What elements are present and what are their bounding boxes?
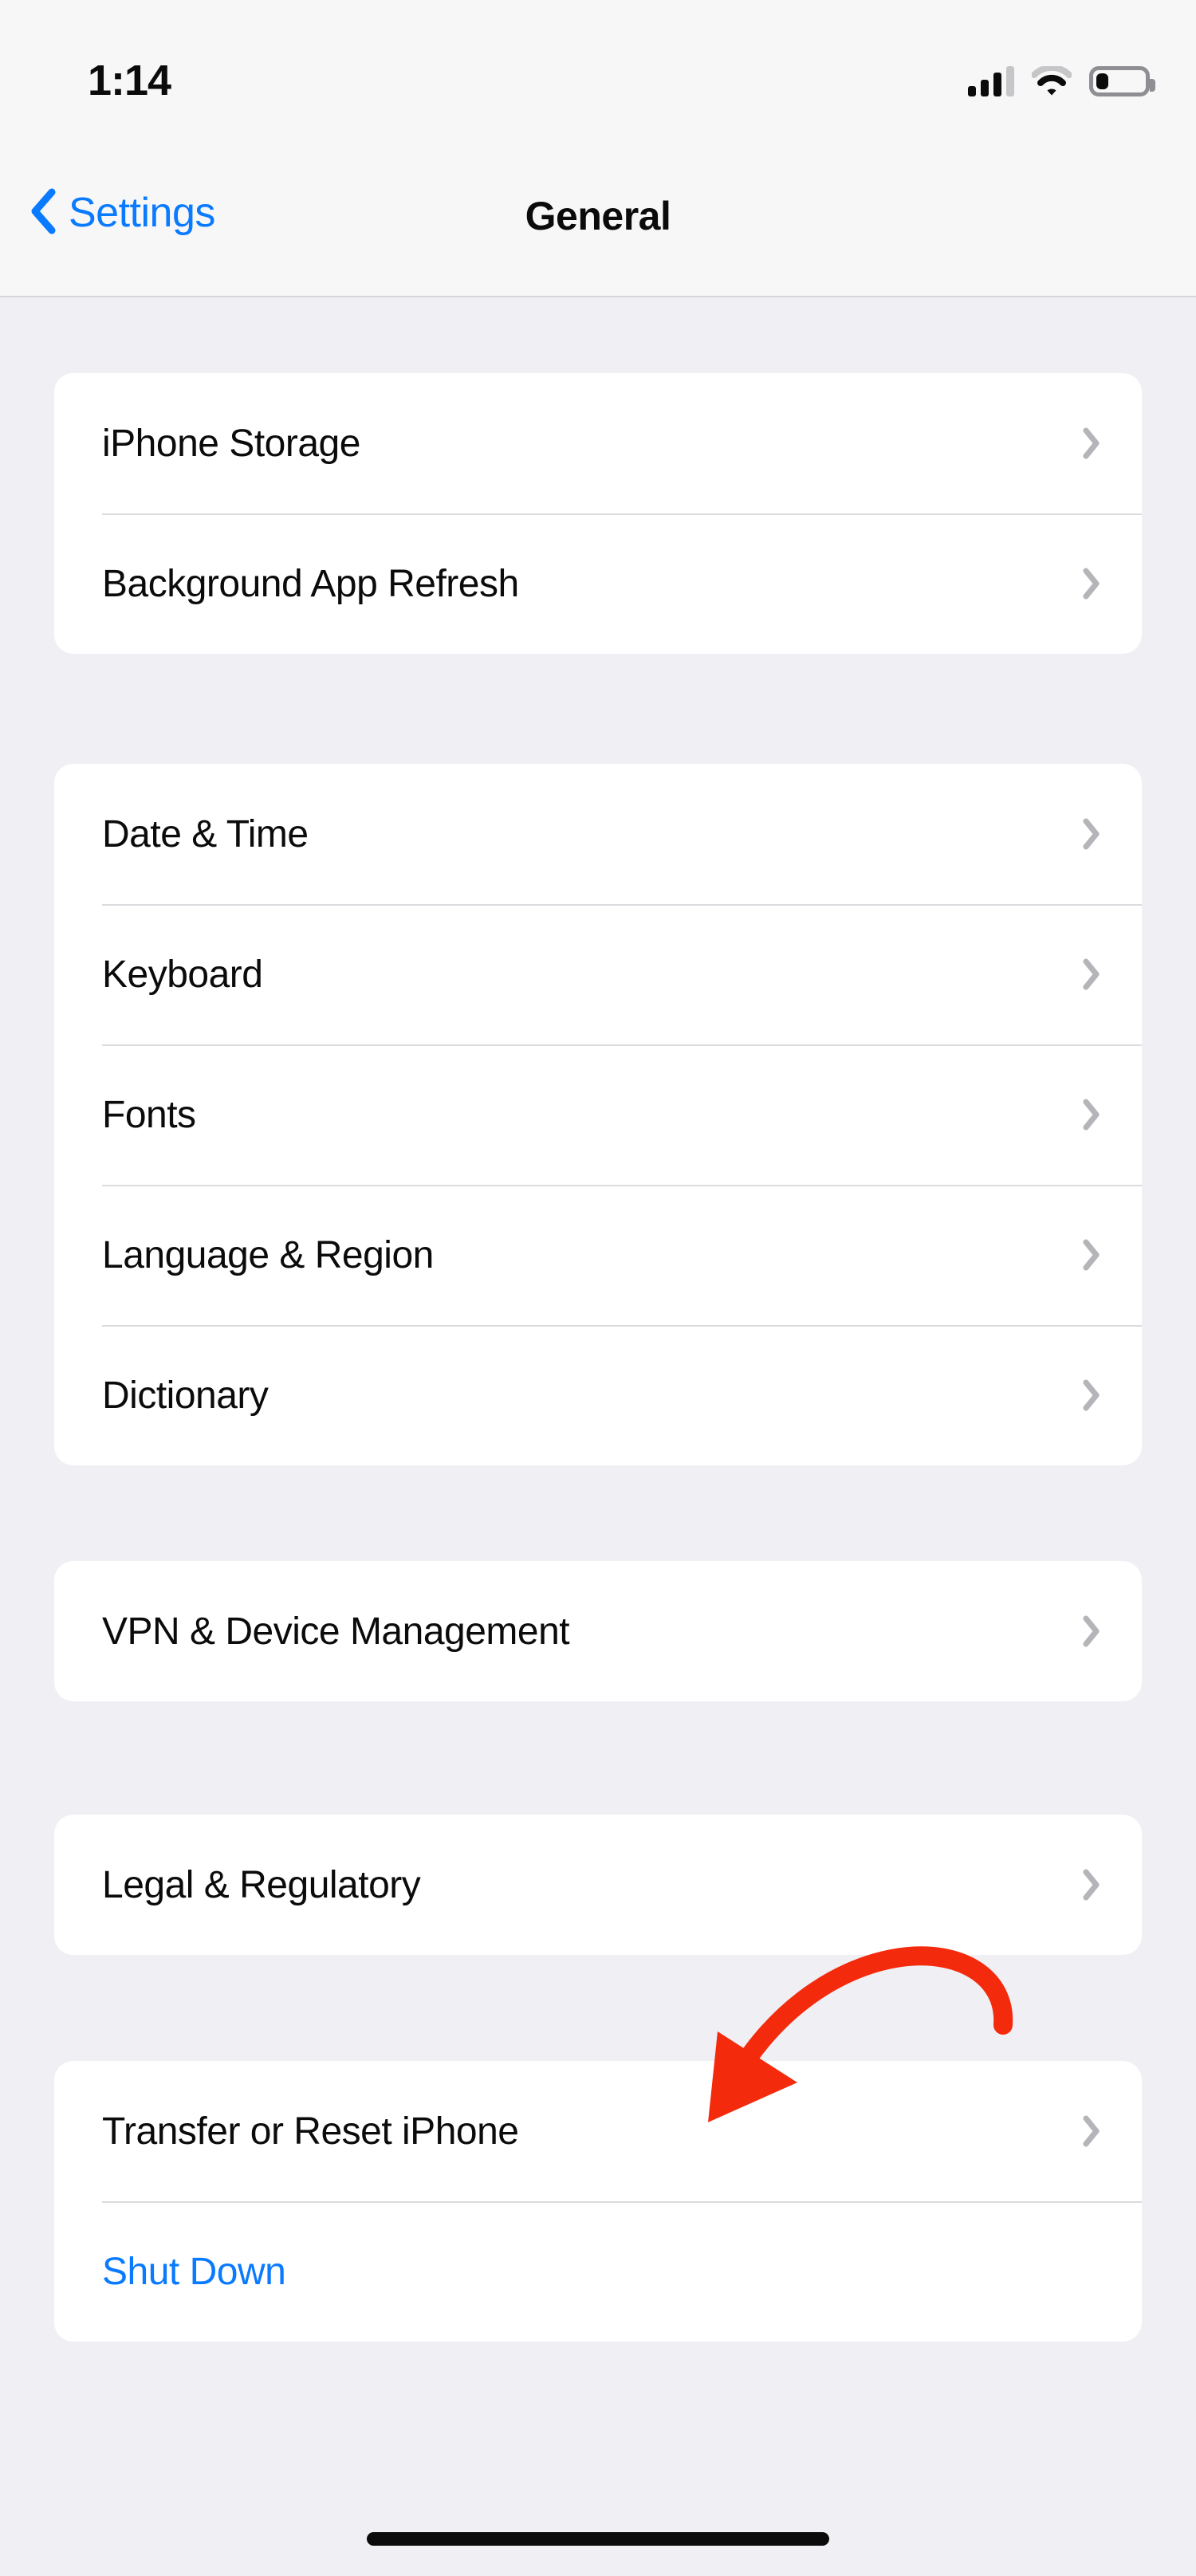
settings-row-label: Legal & Regulatory	[102, 1863, 421, 1906]
settings-row-label: iPhone Storage	[102, 422, 360, 465]
settings-row-shut-down[interactable]: Shut Down	[54, 2201, 1142, 2342]
chevron-right-icon	[1083, 1869, 1100, 1901]
settings-row-label: Fonts	[102, 1093, 196, 1136]
settings-row-label: Shut Down	[102, 2250, 286, 2293]
battery-icon	[1089, 66, 1155, 96]
chevron-right-icon	[1083, 1099, 1100, 1131]
status-bar-clock: 1:14	[88, 57, 171, 104]
settings-group-legal: Legal & Regulatory	[54, 1815, 1142, 1955]
settings-row-fonts[interactable]: Fonts	[54, 1044, 1142, 1185]
settings-row-label: Dictionary	[102, 1374, 269, 1417]
settings-row-transfer-or-reset-iphone[interactable]: Transfer or Reset iPhone	[54, 2061, 1142, 2201]
wifi-icon	[1031, 64, 1072, 96]
settings-group-storage: iPhone Storage Background App Refresh	[54, 373, 1142, 654]
chevron-right-icon	[1083, 958, 1100, 990]
chevron-right-icon	[1083, 818, 1100, 850]
settings-row-label: Transfer or Reset iPhone	[102, 2110, 519, 2153]
chevron-right-icon	[1083, 568, 1100, 600]
settings-row-label: Keyboard	[102, 953, 263, 996]
status-bar: 1:14	[0, 0, 1196, 151]
settings-row-iphone-storage[interactable]: iPhone Storage	[54, 373, 1142, 513]
status-bar-indicators	[968, 57, 1155, 105]
chevron-right-icon	[1083, 1379, 1100, 1411]
settings-row-language-region[interactable]: Language & Region	[54, 1185, 1142, 1325]
home-indicator	[367, 2532, 829, 2546]
settings-row-vpn-device-management[interactable]: VPN & Device Management	[54, 1561, 1142, 1701]
chevron-right-icon	[1083, 2115, 1100, 2147]
settings-row-date-time[interactable]: Date & Time	[54, 764, 1142, 904]
settings-row-label: VPN & Device Management	[102, 1610, 570, 1653]
settings-row-keyboard[interactable]: Keyboard	[54, 904, 1142, 1044]
chevron-right-icon	[1083, 427, 1100, 459]
settings-row-label: Date & Time	[102, 812, 309, 855]
settings-row-label: Background App Refresh	[102, 562, 519, 605]
page-title: General	[525, 194, 671, 238]
cellular-signal-icon	[968, 66, 1014, 96]
settings-group-reset: Transfer or Reset iPhone Shut Down	[54, 2061, 1142, 2342]
settings-row-background-app-refresh[interactable]: Background App Refresh	[54, 513, 1142, 654]
settings-group-vpn: VPN & Device Management	[54, 1561, 1142, 1701]
chevron-right-icon	[1083, 1615, 1100, 1647]
settings-row-dictionary[interactable]: Dictionary	[54, 1325, 1142, 1465]
settings-group-localization: Date & Time Keyboard Fonts Language & Re…	[54, 764, 1142, 1465]
navigation-bar: Settings General	[0, 151, 1196, 297]
chevron-right-icon	[1083, 1239, 1100, 1271]
settings-row-legal-regulatory[interactable]: Legal & Regulatory	[54, 1815, 1142, 1955]
settings-row-label: Language & Region	[102, 1233, 434, 1276]
